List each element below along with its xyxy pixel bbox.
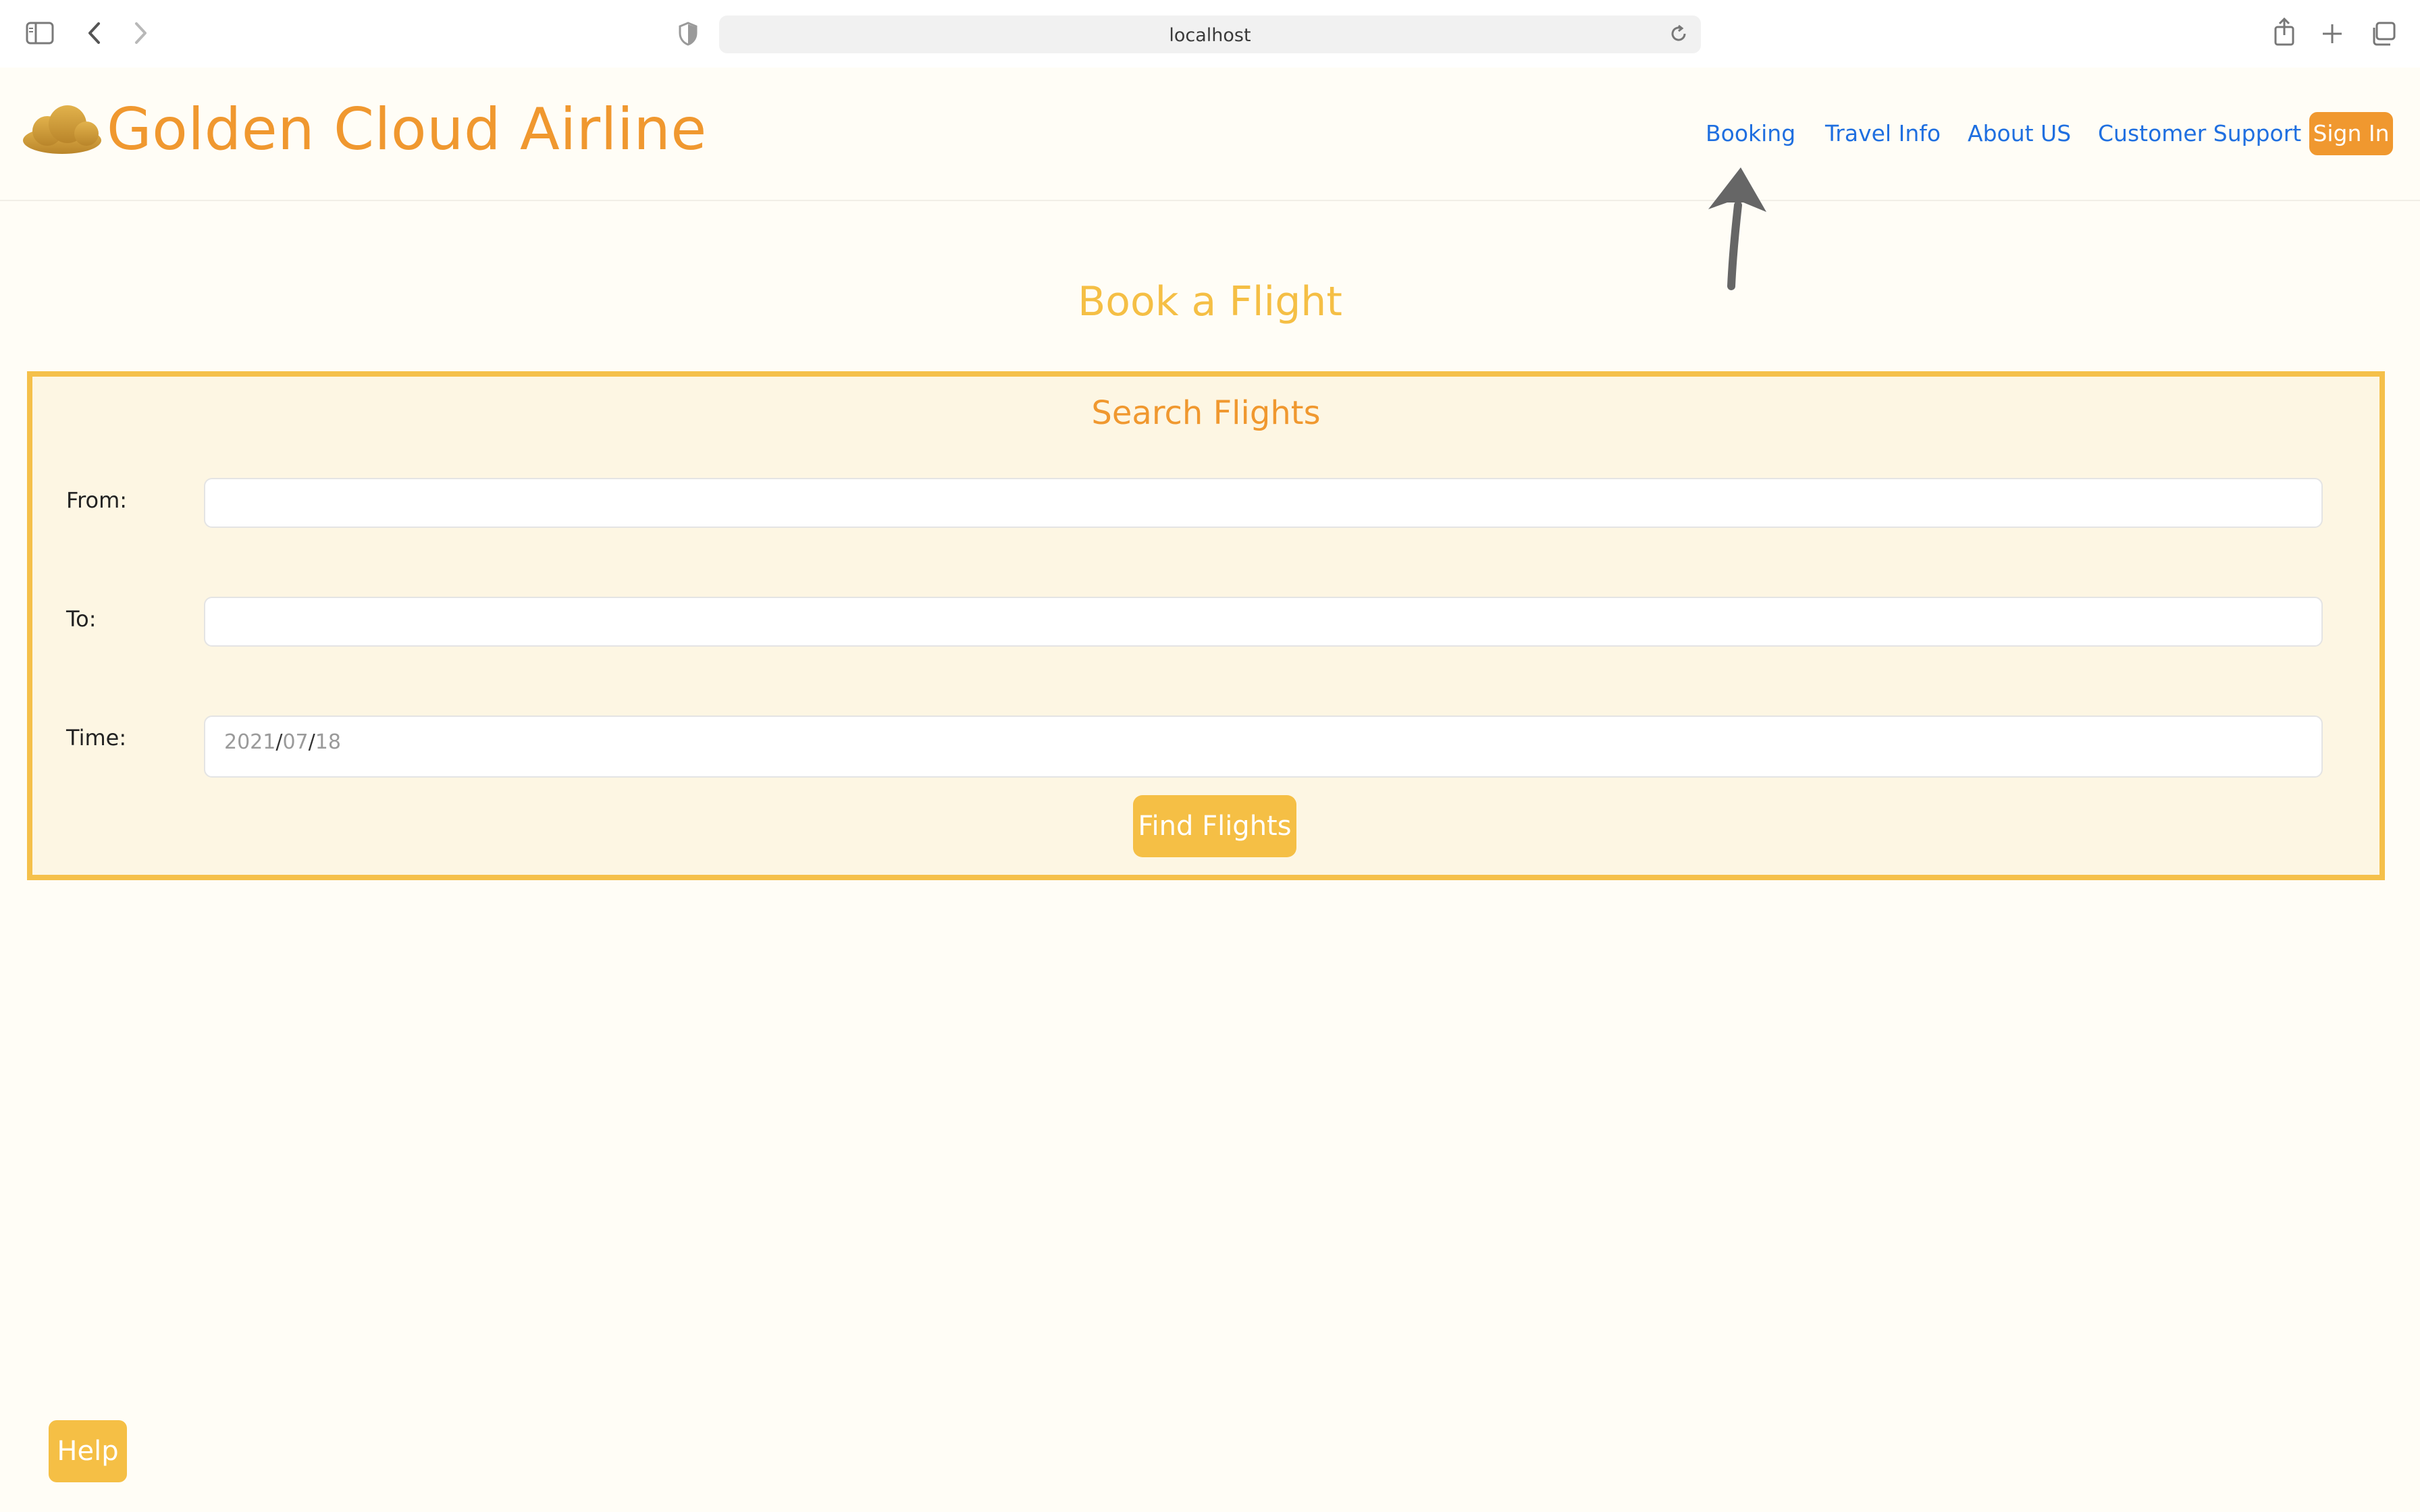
- date-month[interactable]: 07: [282, 730, 308, 754]
- find-flights-button[interactable]: Find Flights: [1133, 795, 1296, 857]
- help-button[interactable]: Help: [49, 1420, 127, 1482]
- sign-in-button[interactable]: Sign In: [2309, 112, 2393, 155]
- date-year[interactable]: 2021: [224, 730, 275, 754]
- nav-about-us[interactable]: About US: [1968, 120, 2071, 146]
- to-label: To:: [66, 606, 97, 632]
- site-header: Golden Cloud Airline Booking Travel Info…: [0, 68, 2420, 201]
- reload-icon[interactable]: [1668, 24, 1689, 47]
- from-label: From:: [66, 487, 128, 513]
- url-text: localhost: [1169, 25, 1251, 46]
- share-icon[interactable]: [2273, 17, 2296, 49]
- time-label: Time:: [66, 725, 127, 751]
- page-title: Book a Flight: [1078, 278, 1342, 325]
- date-day[interactable]: 18: [315, 730, 341, 754]
- forward-icon[interactable]: [134, 22, 149, 47]
- search-panel-title: Search Flights: [1091, 394, 1321, 432]
- tab-overview-icon[interactable]: [2370, 22, 2396, 49]
- golden-cloud-logo-icon[interactable]: [20, 101, 104, 161]
- brand-name[interactable]: Golden Cloud Airline: [107, 96, 707, 163]
- sidebar-toggle-icon[interactable]: [26, 22, 54, 47]
- nav-booking[interactable]: Booking: [1706, 120, 1795, 146]
- search-flights-panel: Search Flights From: To: Time: 2021/07/1…: [27, 371, 2385, 880]
- address-bar[interactable]: localhost: [719, 16, 1701, 53]
- annotation-arrow-icon: [1702, 162, 1769, 293]
- to-input[interactable]: [204, 597, 2323, 647]
- nav-travel-info[interactable]: Travel Info: [1825, 120, 1941, 146]
- new-tab-icon[interactable]: [2321, 23, 2343, 47]
- privacy-shield-icon[interactable]: [678, 22, 698, 49]
- date-value: 2021/07/18: [224, 730, 341, 754]
- date-input[interactable]: 2021/07/18: [204, 716, 2323, 778]
- nav-customer-support[interactable]: Customer Support: [2098, 120, 2301, 146]
- browser-toolbar: localhost: [0, 0, 2420, 68]
- back-icon[interactable]: [86, 22, 101, 47]
- from-input[interactable]: [204, 478, 2323, 528]
